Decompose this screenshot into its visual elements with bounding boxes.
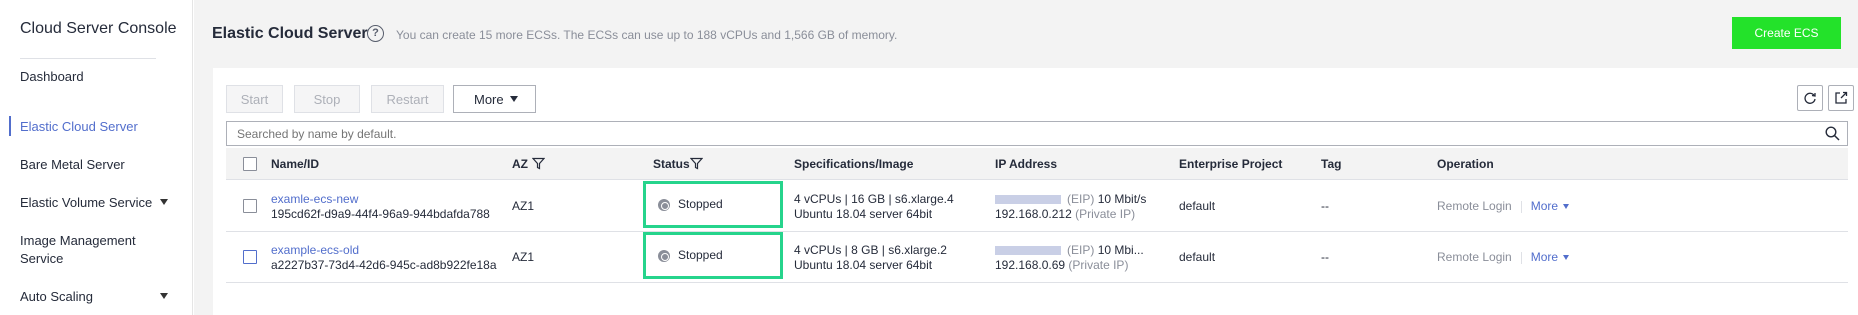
- start-button[interactable]: Start: [226, 85, 283, 113]
- sidebar-divider: [20, 58, 156, 59]
- page-title: Elastic Cloud Server: [212, 25, 368, 42]
- bandwidth-value: 10 Mbit/s: [1097, 192, 1147, 206]
- column-header-specifications: Specifications/Image: [794, 157, 914, 171]
- status-highlight: Stopped: [643, 181, 783, 228]
- sidebar: Cloud Server Console Dashboard Elastic C…: [0, 0, 193, 315]
- caret-down-icon: [1563, 204, 1570, 210]
- row-more-link[interactable]: More: [1530, 199, 1570, 213]
- help-icon[interactable]: ?: [367, 25, 384, 42]
- sidebar-item-label: Elastic Volume Service: [20, 195, 153, 210]
- table-row: example-ecs-old a2227b37-73d4-42d6-945c-…: [226, 232, 1848, 283]
- sidebar-item-label: Auto Scaling: [20, 289, 93, 304]
- sidebar-title: Cloud Server Console: [20, 20, 177, 37]
- chevron-down-icon: [160, 293, 168, 299]
- eip-tag: (EIP): [1067, 243, 1095, 257]
- az-value: AZ1: [512, 250, 535, 264]
- create-ecs-button[interactable]: Create ECS: [1732, 17, 1841, 49]
- table-row: examle-ecs-new 195cd62f-d9a9-44f4-96a9-9…: [226, 181, 1848, 232]
- export-button[interactable]: [1828, 85, 1854, 111]
- status-value: Stopped: [678, 248, 723, 262]
- stopped-status-icon: [658, 199, 670, 211]
- sidebar-item-elastic-volume-service[interactable]: Elastic Volume Service: [20, 194, 180, 212]
- ecs-name-link[interactable]: examle-ecs-new: [271, 192, 490, 207]
- eip-tag: (EIP): [1067, 192, 1095, 206]
- sidebar-item-image-management-service[interactable]: Image Management Service: [20, 232, 150, 268]
- table-header: Name/ID AZ Status Specifications/Image I…: [226, 148, 1848, 180]
- ecs-id: 195cd62f-d9a9-44f4-96a9-944bdafda788: [271, 207, 490, 221]
- private-ip-tag: (Private IP): [1068, 258, 1129, 272]
- search-icon[interactable]: [1825, 126, 1840, 141]
- row-more-label: More: [1530, 250, 1559, 264]
- az-value: AZ1: [512, 199, 535, 213]
- more-actions-label: More: [474, 91, 504, 107]
- az-filter-icon[interactable]: [532, 157, 545, 170]
- ecs-list-panel: Start Stop Restart More Name/I: [213, 68, 1858, 315]
- refresh-button[interactable]: [1797, 85, 1823, 111]
- search-input[interactable]: [226, 121, 1848, 146]
- sidebar-item-dashboard[interactable]: Dashboard: [20, 68, 180, 86]
- column-header-enterprise-project: Enterprise Project: [1179, 157, 1283, 171]
- main-content: Elastic Cloud Server ? You can create 15…: [194, 0, 1858, 315]
- image-value: Ubuntu 18.04 server 64bit: [794, 258, 933, 272]
- sidebar-active-indicator: [9, 116, 11, 136]
- refresh-icon: [1804, 92, 1816, 104]
- spec-value: 4 vCPUs | 16 GB | s6.xlarge.4: [794, 192, 954, 206]
- operation-divider: [1520, 251, 1522, 264]
- quota-info: You can create 15 more ECSs. The ECSs ca…: [396, 28, 898, 42]
- sidebar-item-auto-scaling[interactable]: Auto Scaling: [20, 288, 180, 306]
- eip-redacted: [995, 195, 1061, 205]
- column-header-az: AZ: [512, 157, 528, 171]
- operation-divider: [1520, 200, 1522, 213]
- column-header-tag: Tag: [1321, 157, 1342, 171]
- column-header-status: Status: [653, 157, 690, 171]
- stopped-status-icon: [658, 250, 670, 262]
- remote-login-link[interactable]: Remote Login: [1437, 250, 1512, 264]
- caret-down-icon: [1563, 255, 1570, 261]
- enterprise-project-value: default: [1179, 199, 1216, 213]
- chevron-down-icon: [160, 199, 168, 205]
- status-highlight: Stopped: [643, 232, 783, 279]
- sidebar-item-elastic-cloud-server[interactable]: Elastic Cloud Server: [20, 118, 180, 136]
- private-ip-value: 192.168.0.212: [995, 207, 1072, 221]
- column-header-operation: Operation: [1437, 157, 1494, 171]
- private-ip-tag: (Private IP): [1075, 207, 1136, 221]
- tag-value: --: [1321, 250, 1329, 264]
- sidebar-item-bare-metal-server[interactable]: Bare Metal Server: [20, 156, 180, 174]
- status-filter-icon[interactable]: [690, 157, 703, 170]
- eip-redacted: [995, 246, 1061, 256]
- status-value: Stopped: [678, 197, 723, 211]
- enterprise-project-value: default: [1179, 250, 1216, 264]
- row-more-label: More: [1530, 199, 1559, 213]
- private-ip-value: 192.168.0.69: [995, 258, 1066, 272]
- more-actions-button[interactable]: More: [453, 85, 536, 113]
- row-checkbox[interactable]: [243, 250, 257, 264]
- ecs-id: a2227b37-73d4-42d6-945c-ad8b922fe18a: [271, 258, 497, 272]
- column-header-name: Name/ID: [271, 157, 320, 171]
- row-more-link[interactable]: More: [1530, 250, 1570, 264]
- select-all-checkbox[interactable]: [243, 157, 257, 171]
- restart-button[interactable]: Restart: [371, 85, 444, 113]
- remote-login-link[interactable]: Remote Login: [1437, 199, 1512, 213]
- export-icon: [1835, 91, 1848, 104]
- ecs-name-link[interactable]: example-ecs-old: [271, 243, 497, 258]
- spec-value: 4 vCPUs | 8 GB | s6.xlarge.2: [794, 243, 947, 257]
- stop-button[interactable]: Stop: [294, 85, 360, 113]
- tag-value: --: [1321, 199, 1329, 213]
- column-header-ip-address: IP Address: [995, 157, 1058, 171]
- image-value: Ubuntu 18.04 server 64bit: [794, 207, 933, 221]
- bandwidth-value: 10 Mbi...: [1097, 243, 1144, 257]
- caret-down-icon: [510, 96, 518, 102]
- row-checkbox[interactable]: [243, 199, 257, 213]
